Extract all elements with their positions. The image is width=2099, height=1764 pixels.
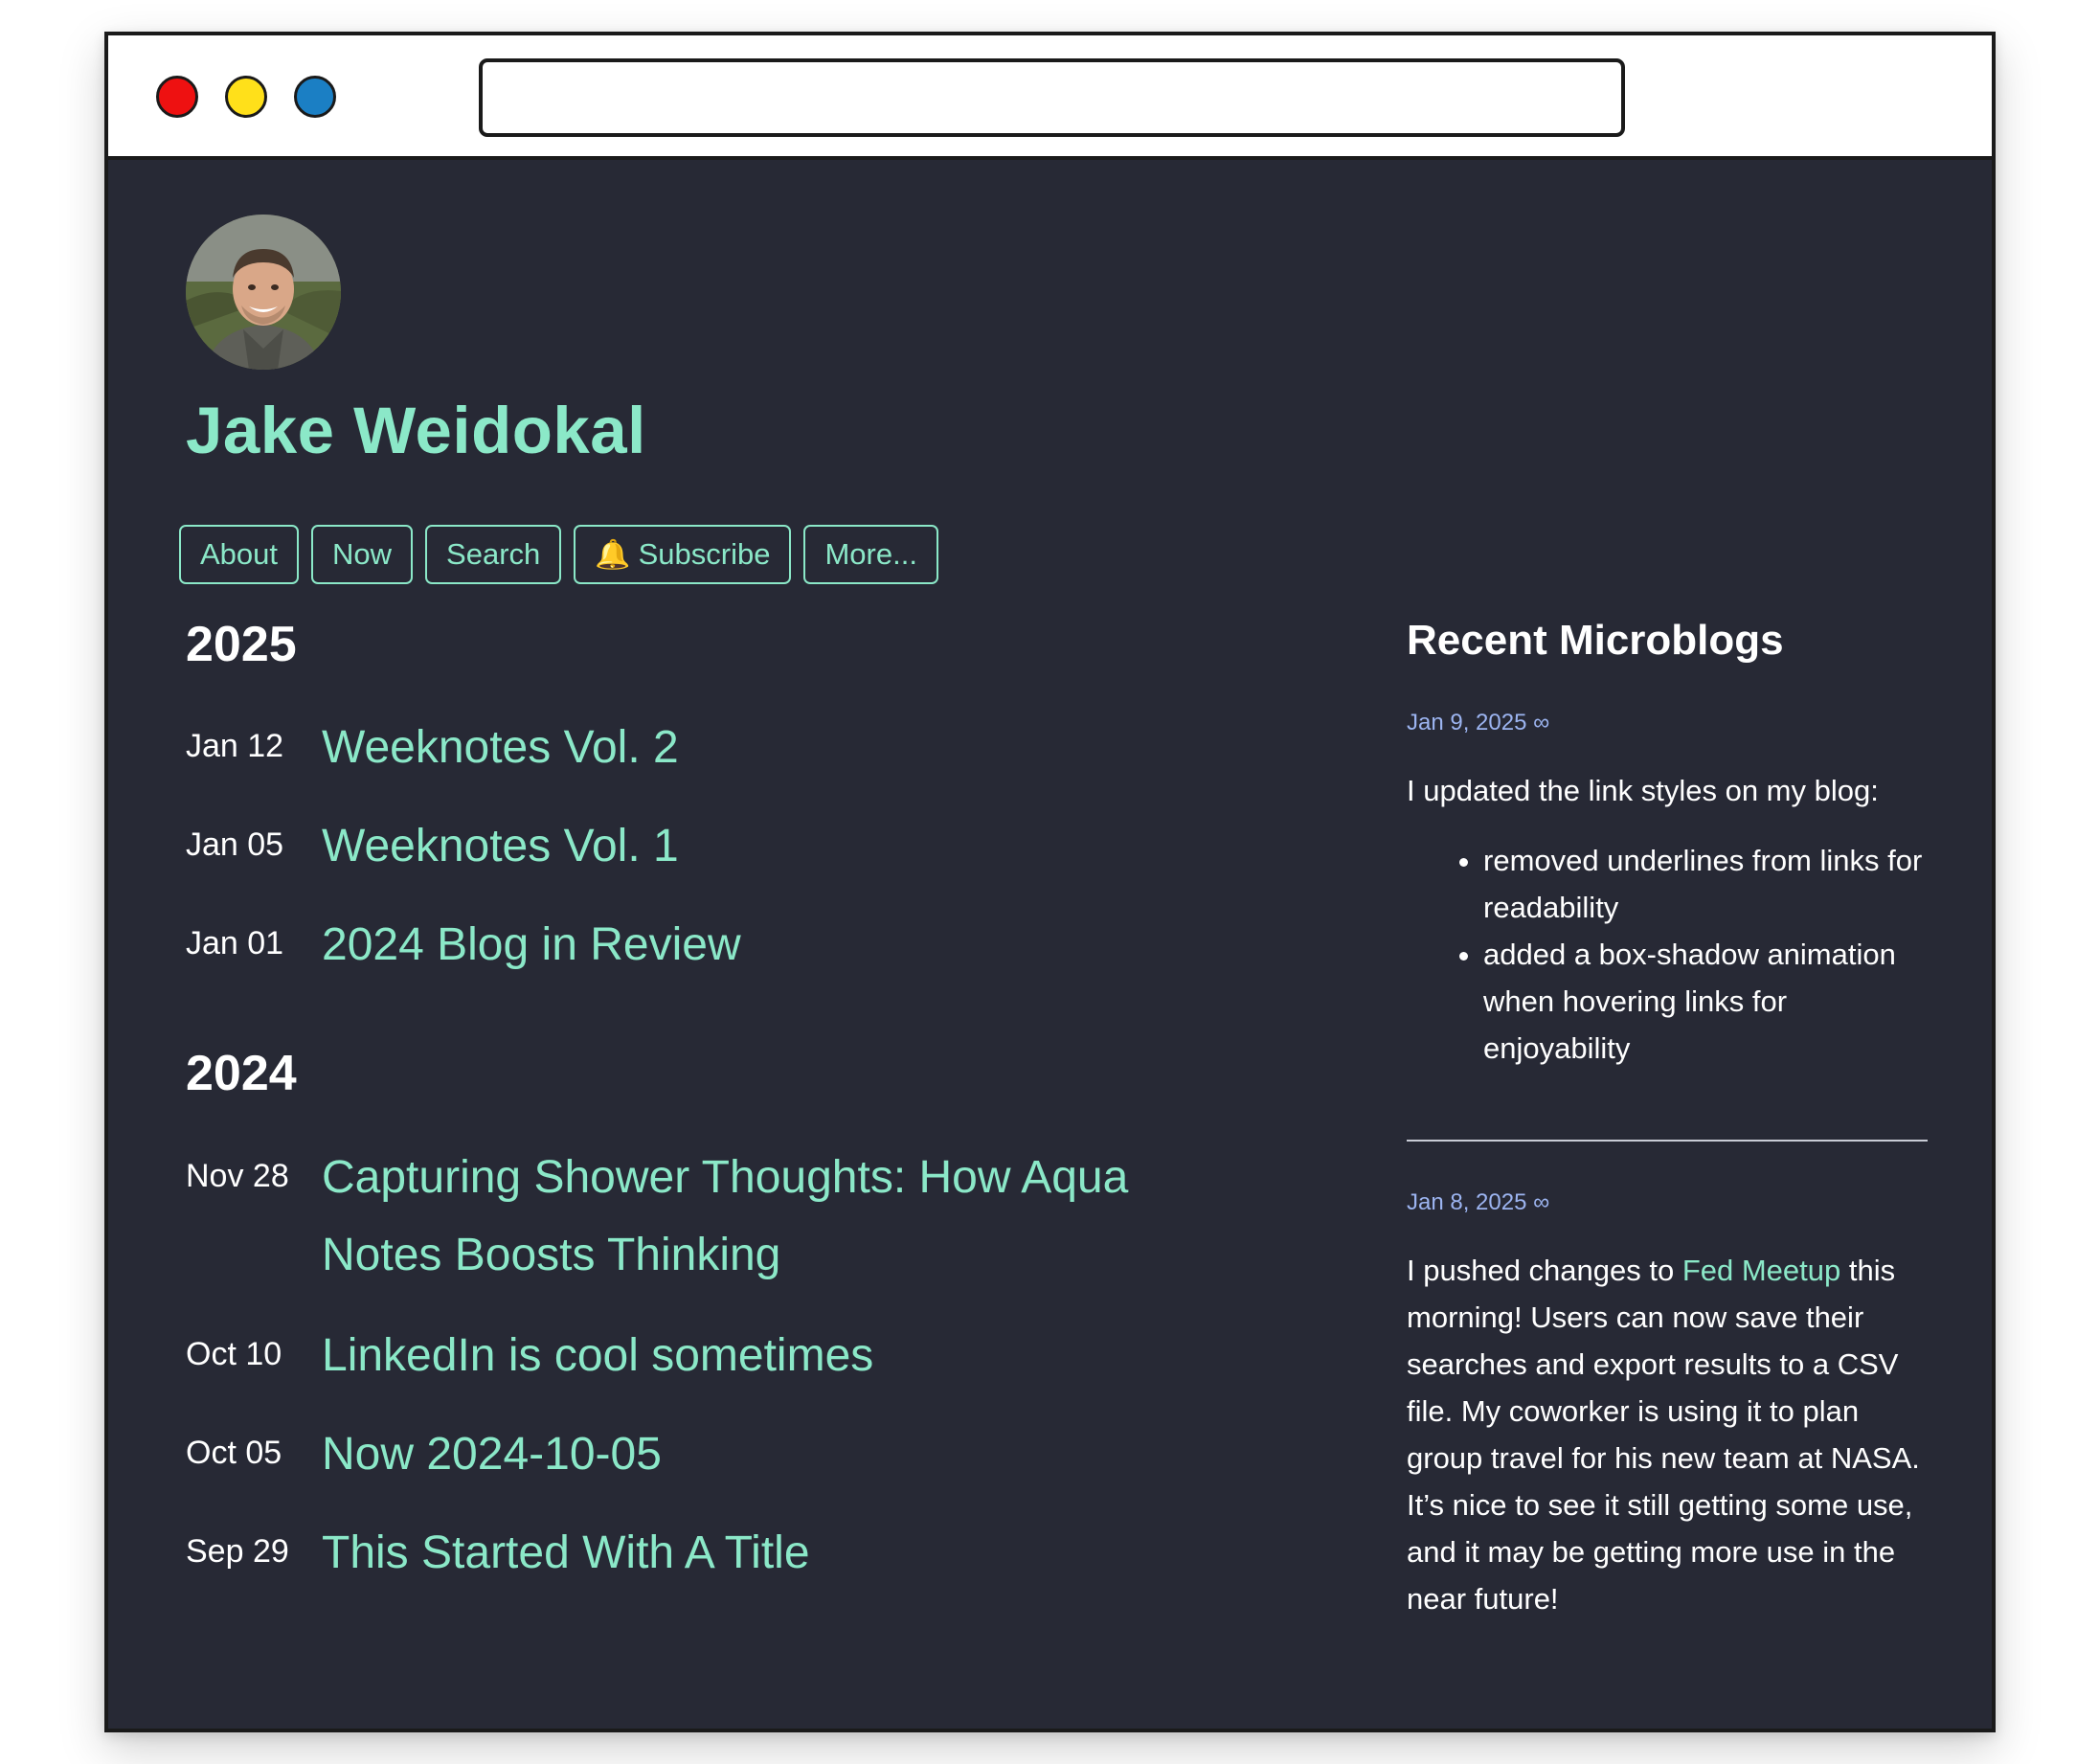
maximize-window-button[interactable] <box>294 76 336 118</box>
minimize-window-button[interactable] <box>225 76 267 118</box>
nav-now-label: Now <box>332 537 393 571</box>
microblog-divider <box>1407 1140 1928 1142</box>
post-link[interactable]: Weeknotes Vol. 2 <box>322 709 679 786</box>
microblog-date-link[interactable]: Jan 8, 2025 ∞ <box>1407 1189 1929 1216</box>
nav-about-button[interactable]: About <box>179 525 300 584</box>
sidebar-heading: Recent Microblogs <box>1407 617 1784 664</box>
microblog-text: I pushed changes to Fed Meetup this morn… <box>1407 1247 1929 1622</box>
avatar[interactable] <box>186 215 341 370</box>
list-item: added a box-shadow animation when hoveri… <box>1483 931 1929 1072</box>
post-row: Jan 12 Weeknotes Vol. 2 <box>186 722 1277 786</box>
microblog-entry: Jan 9, 2025 ∞ I updated the link styles … <box>1407 710 1929 1072</box>
nav-more-button[interactable]: More... <box>803 525 938 584</box>
post-link[interactable]: 2024 Blog in Review <box>322 906 741 984</box>
close-window-button[interactable] <box>156 76 198 118</box>
nav-subscribe-label: Subscribe <box>638 537 771 571</box>
post-link[interactable]: LinkedIn is cool sometimes <box>322 1317 873 1394</box>
post-archive: 2025 Jan 12 Weeknotes Vol. 2 Jan 05 Week… <box>186 620 1277 1592</box>
nav-about-label: About <box>200 537 279 571</box>
nav-search-button[interactable]: Search <box>425 525 562 584</box>
avatar-image <box>186 215 341 370</box>
list-item: removed underlines from links for readab… <box>1483 837 1929 931</box>
post-row: Oct 10 LinkedIn is cool sometimes <box>186 1330 1277 1394</box>
nav-now-button[interactable]: Now <box>311 525 414 584</box>
post-date: Jan 05 <box>186 826 284 863</box>
post-row: Jan 05 Weeknotes Vol. 1 <box>186 821 1277 885</box>
microblog-text-after: this morning! Users can now save their s… <box>1407 1254 1920 1616</box>
nav-more-label: More... <box>824 537 917 571</box>
post-link[interactable]: Now 2024-10-05 <box>322 1415 662 1493</box>
post-date: Oct 05 <box>186 1435 282 1471</box>
microblog-date-link[interactable]: Jan 9, 2025 ∞ <box>1407 710 1929 736</box>
main-nav: About Now Search 🔔 Subscribe More... <box>179 525 938 584</box>
address-bar[interactable] <box>479 58 1625 137</box>
browser-toolbar <box>108 35 1992 160</box>
post-link[interactable]: This Started With A Title <box>322 1514 810 1592</box>
post-link[interactable]: Weeknotes Vol. 1 <box>322 807 679 885</box>
page-content: Jake Weidokal About Now Search 🔔 Subscri… <box>108 160 1992 1729</box>
microblog-text-before: I pushed changes to <box>1407 1254 1682 1287</box>
year-heading-2025: 2025 <box>186 617 297 672</box>
post-date: Jan 12 <box>186 728 284 764</box>
post-row: Oct 05 Now 2024-10-05 <box>186 1429 1277 1493</box>
browser-window: Jake Weidokal About Now Search 🔔 Subscri… <box>104 32 1996 1732</box>
post-date: Sep 29 <box>186 1533 289 1570</box>
post-link[interactable]: Capturing Shower Thoughts: How Aqua Note… <box>322 1139 1203 1294</box>
post-date: Oct 10 <box>186 1336 282 1372</box>
post-date: Nov 28 <box>186 1158 289 1194</box>
post-date: Jan 01 <box>186 925 284 961</box>
microblog-entry: Jan 8, 2025 ∞ I pushed changes to Fed Me… <box>1407 1189 1929 1622</box>
year-heading-2024: 2024 <box>186 1046 297 1101</box>
post-row: Sep 29 This Started With A Title <box>186 1527 1277 1592</box>
bell-icon: 🔔 <box>595 538 631 571</box>
microblog-bullet-list: removed underlines from links for readab… <box>1407 837 1929 1072</box>
nav-search-label: Search <box>446 537 541 571</box>
microblog-text: I updated the link styles on my blog: <box>1407 774 1879 807</box>
nav-subscribe-button[interactable]: 🔔 Subscribe <box>574 525 792 584</box>
post-row: Nov 28 Capturing Shower Thoughts: How Aq… <box>186 1152 1277 1294</box>
microblog-sidebar: Recent Microblogs Jan 9, 2025 ∞ I update… <box>1407 620 1929 1622</box>
post-row: Jan 01 2024 Blog in Review <box>186 919 1277 984</box>
fed-meetup-link[interactable]: Fed Meetup <box>1682 1254 1840 1287</box>
site-title[interactable]: Jake Weidokal <box>186 397 646 464</box>
